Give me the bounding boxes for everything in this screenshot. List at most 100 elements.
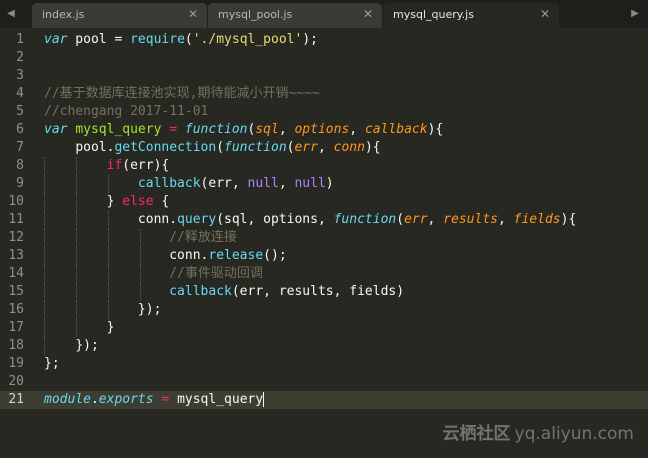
builtin-require: require (130, 32, 185, 47)
line-number: 1 (16, 32, 24, 47)
watermark: 云栖社区 yq.aliyun.com (443, 419, 634, 444)
tab-label: index.js (42, 8, 85, 21)
code-text: ){ (560, 212, 577, 227)
code-line: conn.release(); (44, 247, 576, 265)
tab-index-js[interactable]: index.js ✕ (32, 3, 207, 28)
parameter: err (294, 140, 318, 155)
code-text: ) (325, 176, 334, 191)
code-text: } (106, 194, 123, 209)
tab-bar: ◀ index.js ✕ mysql_pool.js ✕ mysql_query… (0, 0, 648, 29)
keyword-function: function (333, 212, 397, 227)
code-text: , (278, 122, 295, 137)
code-area[interactable]: var pool = require('./mysql_pool'); //基于… (44, 31, 576, 409)
code-line: }); (44, 337, 576, 355)
keyword-var: var (44, 32, 68, 47)
line-number: 7 (16, 140, 24, 155)
line-number: 10 (8, 194, 24, 209)
method-call: query (177, 212, 217, 227)
indent-guide (76, 157, 77, 175)
keyword-function: function (224, 140, 287, 155)
line-number: 3 (16, 68, 24, 83)
indent-guide (140, 247, 141, 265)
line-number: 15 (8, 284, 24, 299)
indent-guide (140, 283, 141, 301)
code-text: (err, results, fields) (231, 284, 405, 299)
tab-mysql-pool-js[interactable]: mysql_pool.js ✕ (208, 3, 382, 28)
line-number: 5 (16, 104, 24, 119)
line-number: 4 (16, 86, 24, 101)
indent-guide (108, 301, 109, 319)
indent-guide (76, 175, 77, 193)
code-text: }; (44, 356, 60, 371)
watermark-brand: 云栖社区 (442, 424, 511, 444)
code-text: (err){ (122, 158, 170, 173)
indent-guide (44, 193, 45, 211)
indent-guide (44, 301, 45, 319)
line-number-current: 21 (8, 392, 24, 407)
line-number: 12 (8, 230, 24, 245)
line-number: 14 (8, 266, 24, 281)
comment: //基于数据库连接池实现,期待能减小开销~~~~ (44, 86, 320, 101)
close-icon[interactable]: ✕ (188, 7, 198, 21)
function-name: mysql_query (75, 122, 162, 137)
keyword-function: function (184, 122, 248, 137)
indent-guide (76, 193, 77, 211)
code-text: conn. (169, 248, 209, 263)
code-line: var mysql_query = function(sql, options,… (44, 121, 576, 139)
comment: //事件驱动回调 (169, 266, 263, 281)
code-text: , (317, 140, 334, 155)
code-text: , (278, 176, 295, 191)
indent-guide (76, 229, 77, 247)
code-line: //chengang 2017-11-01 (44, 103, 576, 121)
constant-null: null (294, 176, 326, 191)
editor-window: ◀ index.js ✕ mysql_pool.js ✕ mysql_query… (0, 0, 648, 458)
indent-guide (108, 229, 109, 247)
line-number: 6 (16, 122, 24, 137)
code-text: ( (216, 140, 225, 155)
indent-guide (140, 229, 141, 247)
line-number: 13 (8, 248, 24, 263)
close-icon[interactable]: ✕ (540, 7, 550, 21)
code-line: callback(err, results, fields) (44, 283, 576, 301)
tab-scroll-left-icon[interactable]: ◀ (4, 7, 18, 21)
code-text: ); (302, 32, 318, 47)
indent-guide (140, 265, 141, 283)
line-number: 2 (16, 50, 24, 65)
close-icon[interactable]: ✕ (363, 7, 373, 21)
code-text: , (427, 212, 444, 227)
line-number: 19 (8, 356, 24, 371)
code-line: conn.query(sql, options, function(err, r… (44, 211, 576, 229)
function-call: callback (137, 176, 201, 191)
indent-guide (108, 247, 109, 265)
code-text: }); (75, 338, 99, 353)
method-call: getConnection (114, 140, 217, 155)
code-editor[interactable]: 1 2 3 4 5 6 7 8 9 10 11 12 13 14 15 16 1… (0, 28, 648, 458)
code-line: }); (44, 301, 576, 319)
code-line: //释放连接 (44, 229, 576, 247)
code-line: if(err){ (44, 157, 576, 175)
code-text: , (498, 212, 514, 227)
indent-guide (76, 283, 77, 301)
operator: = (153, 392, 178, 407)
code-text: }); (137, 302, 162, 317)
code-line: } (44, 319, 576, 337)
indent-guide (108, 283, 109, 301)
watermark-domain: yq.aliyun.com (514, 424, 634, 444)
code-text: conn. (137, 212, 178, 227)
comment: //chengang 2017-11-01 (44, 104, 209, 119)
tab-scroll-right-icon[interactable]: ▶ (628, 7, 642, 21)
line-number: 18 (8, 338, 24, 353)
code-text: pool = (67, 32, 131, 47)
indent-guide (44, 265, 45, 283)
indent-guide (44, 337, 45, 355)
indent-guide (44, 283, 45, 301)
parameter: fields (513, 212, 561, 227)
code-text: ( (396, 212, 405, 227)
parameter: callback (364, 122, 428, 137)
indent-guide (44, 175, 45, 193)
code-text: { (153, 194, 170, 209)
tab-mysql-query-js[interactable]: mysql_query.js ✕ (383, 3, 559, 29)
